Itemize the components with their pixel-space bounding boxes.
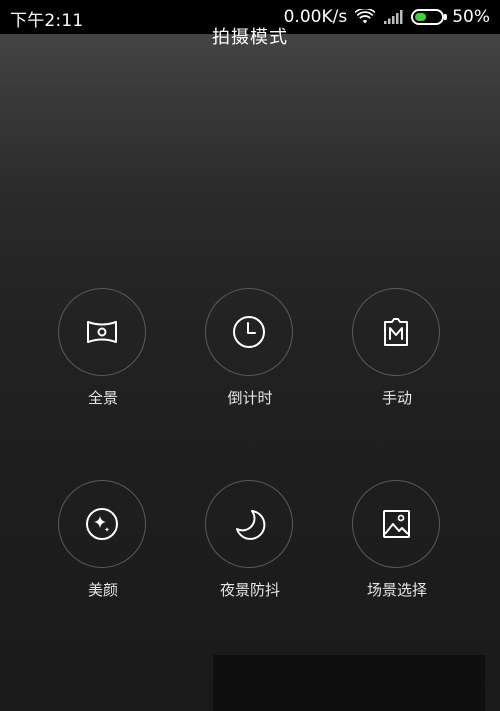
mode-countdown[interactable]: 倒计时 xyxy=(190,288,310,418)
clock-icon xyxy=(233,316,265,348)
mode-circle xyxy=(205,480,293,568)
mode-label: 场景选择 xyxy=(366,581,427,599)
manual-icon xyxy=(384,318,408,346)
mode-label: 全景 xyxy=(87,389,118,407)
mode-label: 夜景防抖 xyxy=(219,581,280,599)
moon-icon xyxy=(236,510,266,540)
mode-label: 美颜 xyxy=(87,581,118,599)
mode-label: 倒计时 xyxy=(227,389,273,407)
mode-circle xyxy=(58,288,146,376)
mode-scene-select[interactable]: 场景选择 xyxy=(337,480,457,610)
bottom-dark-panel xyxy=(213,655,485,711)
beauty-icon xyxy=(86,508,118,540)
mode-circle xyxy=(352,480,440,568)
mode-night-stabilization[interactable]: 夜景防抖 xyxy=(190,480,310,610)
battery-fill xyxy=(415,13,426,21)
mode-manual[interactable]: 手动 xyxy=(337,288,457,418)
mode-label: 手动 xyxy=(381,389,412,407)
mode-circle xyxy=(352,288,440,376)
battery-nub xyxy=(444,14,448,20)
mode-circle xyxy=(58,480,146,568)
mode-circle xyxy=(205,288,293,376)
panorama-icon xyxy=(87,321,117,343)
mode-beauty[interactable]: 美颜 xyxy=(43,480,163,610)
scene-icon xyxy=(383,510,410,538)
page-title: 拍摄模式 xyxy=(212,27,288,48)
mode-panorama[interactable]: 全景 xyxy=(43,288,163,418)
